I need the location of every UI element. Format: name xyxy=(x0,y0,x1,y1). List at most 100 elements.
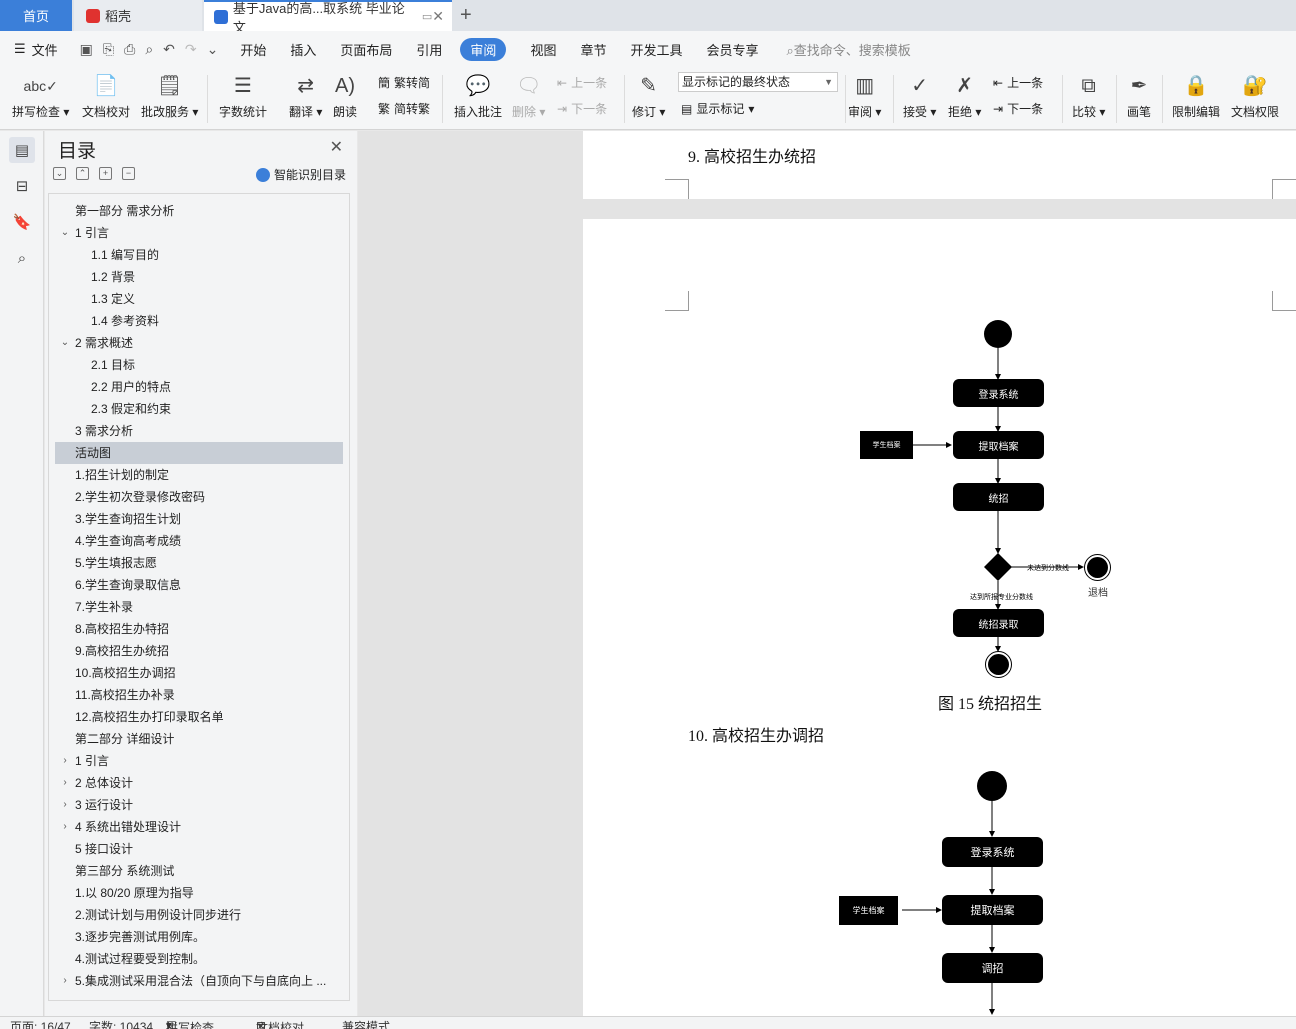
toc-panel-icon[interactable]: ▤ xyxy=(9,137,35,163)
toc-item[interactable]: › 4 系统出错处理设计 xyxy=(55,816,343,838)
menu-devtools[interactable]: 开发工具 xyxy=(630,40,682,59)
chevron-right-icon[interactable]: › xyxy=(59,772,71,794)
simp-to-trad-button[interactable]: 繁简转繁 xyxy=(378,100,430,117)
doc-permission-button[interactable]: 🔐 文档权限 xyxy=(1231,71,1279,120)
more-icon[interactable]: ⌄ xyxy=(207,41,219,58)
reject-button[interactable]: ✗ 拒绝 ▾ xyxy=(948,71,981,120)
toc-item[interactable]: 第三部分 系统测试 xyxy=(55,860,343,882)
delete-comment-button[interactable]: 🗨 删除 ▾ xyxy=(512,71,545,120)
collapse-down-icon[interactable]: ⌄ xyxy=(53,167,66,180)
new-tab-icon[interactable]: + xyxy=(460,4,472,27)
toc-item[interactable]: 活动图 xyxy=(55,442,343,464)
toc-item[interactable]: 5 接口设计 xyxy=(55,838,343,860)
tab-daoke[interactable]: 稻壳 xyxy=(74,0,202,31)
toc-item[interactable]: › 3 运行设计 xyxy=(55,794,343,816)
close-tab-icon[interactable]: ✕ xyxy=(432,8,444,25)
toc-item[interactable]: 2.测试计划与用例设计同步进行 xyxy=(55,904,343,926)
toc-item[interactable]: 2.3 假定和约束 xyxy=(55,398,343,420)
doc-check-button[interactable]: 📄 文档校对 xyxy=(82,71,130,120)
chevron-down-icon[interactable]: ⌄ xyxy=(59,332,71,354)
bookmark-icon[interactable]: 🔖 xyxy=(9,209,35,235)
word-count-button[interactable]: ☰ 字数统计 xyxy=(219,71,267,120)
chevron-right-icon[interactable]: › xyxy=(59,750,71,772)
toc-item[interactable]: › 1 引言 xyxy=(55,750,343,772)
toc-item[interactable]: 5.学生填报志愿 xyxy=(55,552,343,574)
prev-change-button[interactable]: ⇤ 上一条 xyxy=(993,74,1043,91)
insert-comment-button[interactable]: 💬 插入批注 xyxy=(454,71,502,120)
toc-item[interactable]: 2.2 用户的特点 xyxy=(55,376,343,398)
toc-item[interactable]: 1.以 80/20 原理为指导 xyxy=(55,882,343,904)
spell-check-button[interactable]: abc✓ 拼写检查 ▾ xyxy=(12,71,69,120)
toc-item[interactable]: 2.学生初次登录修改密码 xyxy=(55,486,343,508)
toc-item[interactable]: 12.高校招生办打印录取名单 xyxy=(55,706,343,728)
track-changes-button[interactable]: ✎ 修订 ▾ xyxy=(632,71,665,120)
toc-item[interactable]: 1.4 参考资料 xyxy=(55,310,343,332)
toc-item[interactable]: › 5.集成测试采用混合法（自顶向下与自底向上 ... xyxy=(55,970,343,992)
toc-item[interactable]: 4.学生查询高考成绩 xyxy=(55,530,343,552)
toc-item[interactable]: 9.高校招生办统招 xyxy=(55,640,343,662)
page-indicator[interactable]: 页面: 16/47 xyxy=(10,1018,71,1029)
word-count-indicator[interactable]: 字数: 10434 xyxy=(89,1018,153,1029)
tab-home[interactable]: 首页 xyxy=(0,0,72,31)
menu-insert[interactable]: 插入 xyxy=(290,40,316,59)
tab-document[interactable]: 基于Java的高...取系统 毕业论文 ▭ ✕ xyxy=(204,0,452,35)
smart-toc-button[interactable]: 智能识别目录 xyxy=(255,166,346,183)
chevron-down-icon[interactable]: ⌄ xyxy=(59,222,71,244)
undo-icon[interactable]: ↶ xyxy=(163,41,175,58)
redo-icon[interactable]: ↷ xyxy=(185,41,197,58)
print-preview-icon[interactable]: ⌕ xyxy=(145,41,153,58)
file-menu[interactable]: ☰ 文件 xyxy=(14,40,58,59)
spell-check-status[interactable]: ☑ 拼写检查 ▾ xyxy=(166,1018,214,1029)
expand-all-icon[interactable]: + xyxy=(99,167,112,180)
revise-service-button[interactable]: 🗒 批改服务 ▾ xyxy=(141,71,198,120)
menu-section[interactable]: 章节 xyxy=(580,40,606,59)
trad-to-simp-button[interactable]: 簡繁转简 xyxy=(378,74,430,91)
screen-icon[interactable]: ▭ xyxy=(422,10,432,23)
pen-button[interactable]: ✒ 画笔 xyxy=(1127,71,1151,120)
toc-item[interactable]: 6.学生查询录取信息 xyxy=(55,574,343,596)
toc-item[interactable]: 第一部分 需求分析 xyxy=(55,200,343,222)
chevron-right-icon[interactable]: › xyxy=(59,816,71,838)
menu-start[interactable]: 开始 xyxy=(240,40,266,59)
toc-item[interactable]: 1.3 定义 xyxy=(55,288,343,310)
translate-button[interactable]: ⇄ 翻译 ▾ xyxy=(289,71,322,120)
toc-item[interactable]: ⌄ 1 引言 xyxy=(55,222,343,244)
find-icon[interactable]: ⌕ xyxy=(9,245,35,271)
toc-item[interactable]: 1.招生计划的制定 xyxy=(55,464,343,486)
toc-item[interactable]: 8.高校招生办特招 xyxy=(55,618,343,640)
markup-state-select[interactable]: 显示标记的最终状态 ▼ xyxy=(678,72,838,92)
close-icon[interactable]: ✕ xyxy=(330,137,343,157)
next-comment-button[interactable]: ⇥ 下一条 xyxy=(557,100,607,117)
menu-view[interactable]: 视图 xyxy=(530,40,556,59)
compare-button[interactable]: ⧉ 比较 ▾ xyxy=(1072,71,1105,120)
print-icon[interactable]: ⎙ xyxy=(124,41,135,58)
read-aloud-button[interactable]: A) 朗读 xyxy=(333,71,357,120)
show-markup-button[interactable]: ▤ 显示标记 ▾ xyxy=(681,100,754,117)
menu-member[interactable]: 会员专享 xyxy=(706,40,758,59)
collapse-all-icon[interactable]: − xyxy=(122,167,135,180)
toc-item[interactable]: 2.1 目标 xyxy=(55,354,343,376)
toc-item[interactable]: 1.2 背景 xyxy=(55,266,343,288)
menu-review[interactable]: 审阅 xyxy=(460,37,507,61)
toc-item[interactable]: 4.测试过程要受到控制。 xyxy=(55,948,343,970)
collapse-up-icon[interactable]: ⌃ xyxy=(76,167,89,180)
prev-comment-button[interactable]: ⇤ 上一条 xyxy=(557,74,607,91)
toc-item[interactable]: ⌄ 2 需求概述 xyxy=(55,332,343,354)
toc-item[interactable]: 10.高校招生办调招 xyxy=(55,662,343,684)
toc-item[interactable]: 3.学生查询招生计划 xyxy=(55,508,343,530)
next-change-button[interactable]: ⇥ 下一条 xyxy=(993,100,1043,117)
toc-item[interactable]: › 2 总体设计 xyxy=(55,772,343,794)
accept-button[interactable]: ✓ 接受 ▾ xyxy=(903,71,936,120)
toc-item[interactable]: 11.高校招生办补录 xyxy=(55,684,343,706)
chevron-right-icon[interactable]: › xyxy=(59,970,71,992)
toc-item[interactable]: 7.学生补录 xyxy=(55,596,343,618)
toc-item[interactable]: 第二部分 详细设计 xyxy=(55,728,343,750)
restrict-edit-button[interactable]: 🔒 限制编辑 xyxy=(1172,71,1220,120)
toc-item[interactable]: 1.1 编写目的 xyxy=(55,244,343,266)
export-pdf-icon[interactable]: ⎘ xyxy=(103,41,114,58)
menu-layout[interactable]: 页面布局 xyxy=(340,40,392,59)
toc-item[interactable]: 3 需求分析 xyxy=(55,420,343,442)
menu-reference[interactable]: 引用 xyxy=(416,40,442,59)
chevron-right-icon[interactable]: › xyxy=(59,794,71,816)
review-pane-button[interactable]: ▥ 审阅 ▾ xyxy=(848,71,881,120)
